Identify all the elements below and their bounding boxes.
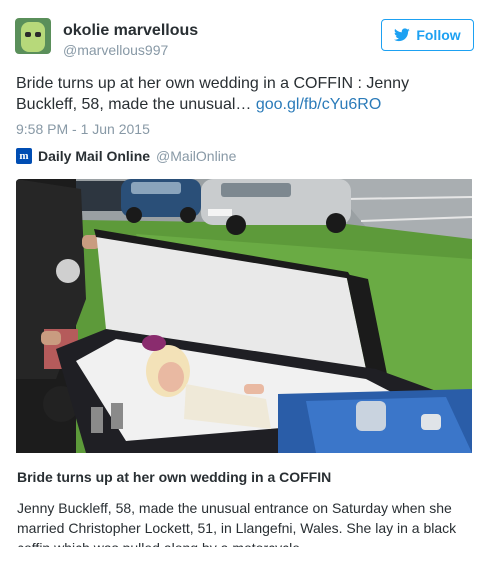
- user-handle[interactable]: @marvellous997: [63, 42, 168, 58]
- source-name[interactable]: Daily Mail Online: [38, 148, 150, 164]
- avatar[interactable]: [15, 18, 51, 54]
- follow-button-label: Follow: [416, 27, 461, 43]
- user-display-name[interactable]: okolie marvellous: [63, 22, 198, 40]
- tweet-link[interactable]: goo.gl/fb/cYu6RO: [256, 96, 381, 113]
- twitter-bird-icon: [394, 28, 411, 42]
- link-card[interactable]: Bride turns up at her own wedding in a C…: [16, 179, 474, 547]
- card-description: Jenny Buckleff, 58, made the unusual ent…: [17, 500, 457, 547]
- card-title[interactable]: Bride turns up at her own wedding in a C…: [17, 469, 331, 485]
- tweet-text: Bride turns up at her own wedding in a C…: [16, 73, 466, 115]
- card-photo[interactable]: [16, 179, 472, 453]
- card-source[interactable]: m Daily Mail Online @MailOnline: [16, 147, 236, 165]
- tweet-timestamp[interactable]: 9:58 PM - 1 Jun 2015: [16, 121, 150, 137]
- follow-button[interactable]: Follow: [381, 19, 474, 51]
- source-handle[interactable]: @MailOnline: [156, 148, 236, 164]
- daily-mail-logo-icon: m: [16, 148, 32, 164]
- tweet-header: okolie marvellous @marvellous997 Follow: [15, 16, 475, 62]
